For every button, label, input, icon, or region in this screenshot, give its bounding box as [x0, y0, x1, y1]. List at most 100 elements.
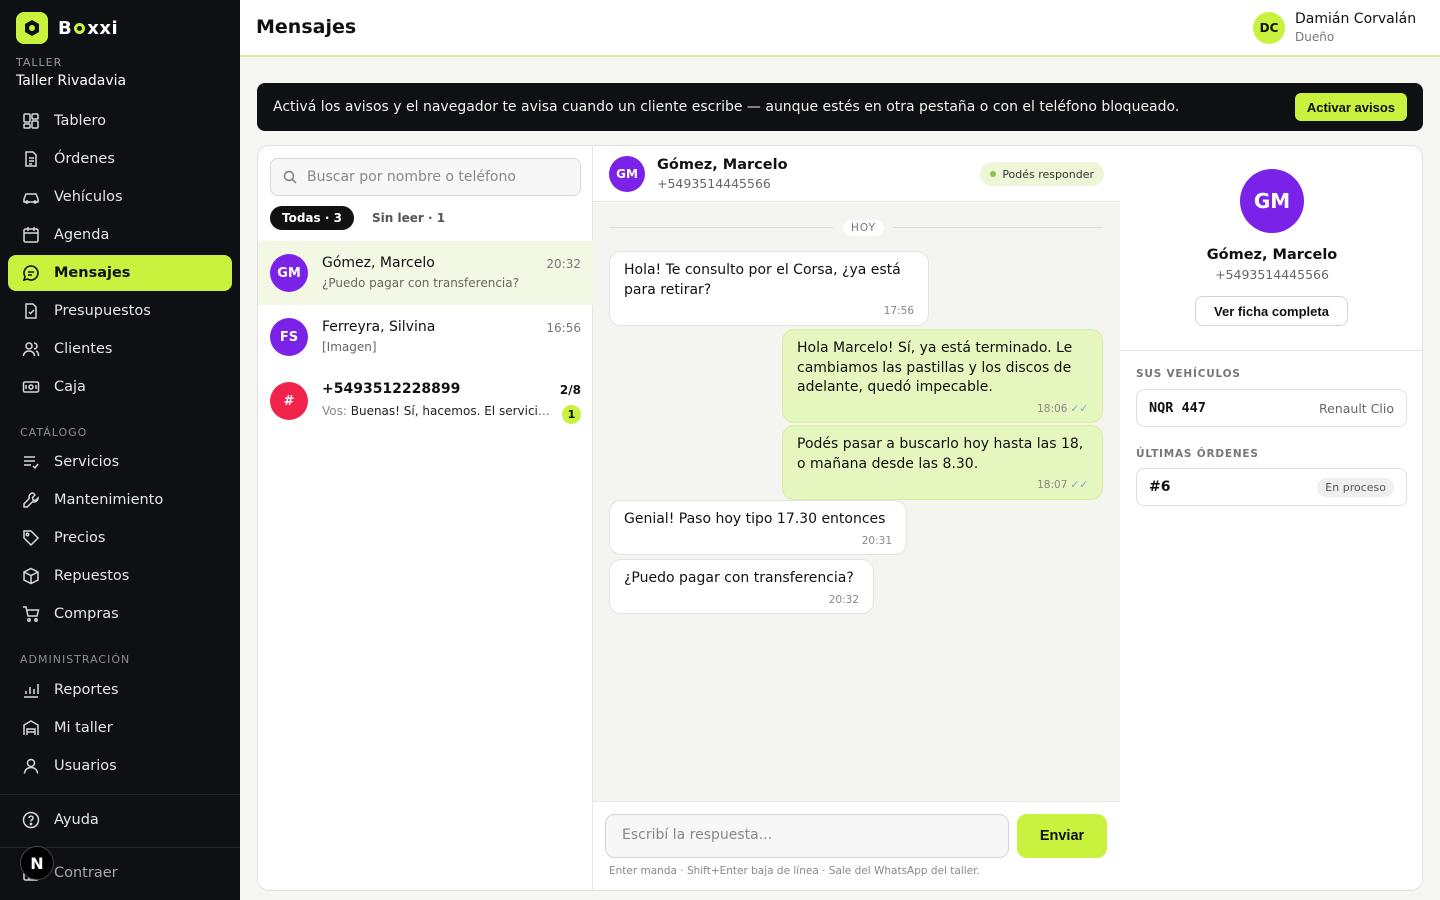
brand-logo-icon: [16, 12, 48, 44]
message-time: 20:32: [828, 593, 859, 606]
sidebar-item-vehiculos[interactable]: Vehículos: [8, 179, 232, 215]
brand-suffix: xxi: [87, 17, 119, 39]
user-name[interactable]: Damián Corvalán: [1295, 11, 1416, 27]
conversation-list: Todas · 3 Sin leer · 1 GM Gómez, Marcelo…: [258, 146, 593, 890]
user-avatar[interactable]: DC: [1253, 12, 1285, 44]
preview-text: Buenas! Sí, hacemos. El servicio complet…: [350, 404, 550, 418]
brand[interactable]: Bxxi: [16, 12, 118, 44]
warehouse-icon: [23, 720, 39, 735]
sidebar-item-caja[interactable]: Caja: [8, 369, 232, 405]
sidebar-item-label: Contraer: [54, 865, 118, 881]
sidebar-item-label: Presupuestos: [54, 303, 151, 319]
brand-name: Bxxi: [58, 18, 118, 39]
sidebar-item-compras[interactable]: Compras: [8, 596, 232, 632]
chat-panel: GM Gómez, Marcelo +5493514445566 Podés r…: [593, 146, 1120, 890]
search-box[interactable]: [270, 158, 581, 196]
workshop-label: TALLER: [16, 56, 63, 69]
sidebar-item-mantenimiento[interactable]: Mantenimiento: [8, 482, 232, 518]
conversation-item[interactable]: FS Ferreyra, Silvina 16:56 [Imagen]: [258, 305, 593, 369]
help-icon: [22, 811, 40, 829]
conversation-item[interactable]: GM Gómez, Marcelo 20:32 ¿Puedo pagar con…: [258, 241, 593, 305]
preview-prefix: Vos:: [322, 404, 351, 418]
sidebar-item-label: Mantenimiento: [54, 492, 164, 508]
sidebar-item-agenda[interactable]: Agenda: [8, 217, 232, 253]
send-button[interactable]: Enviar: [1017, 814, 1107, 858]
filter-all-tab[interactable]: Todas · 3: [270, 206, 354, 230]
message-incoming: ¿Puedo pagar con transferencia? 20:32: [609, 559, 874, 615]
sidebar-item-ayuda[interactable]: Ayuda: [8, 802, 232, 838]
view-full-profile-button[interactable]: Ver ficha completa: [1195, 296, 1348, 326]
message-time: 20:31: [861, 534, 892, 547]
sidebar-item-label: Repuestos: [54, 568, 130, 584]
box-icon: [23, 567, 39, 585]
message-thread[interactable]: HOY Hola! Te consulto por el Corsa, ¿ya …: [593, 203, 1120, 801]
chat-header: GM Gómez, Marcelo +5493514445566 Podés r…: [593, 146, 1120, 202]
conversation-name: Ferreyra, Silvina: [322, 319, 436, 335]
message-text: Hola! Te consulto por el Corsa, ¿ya está…: [624, 262, 901, 298]
message-text: Genial! Paso hoy tipo 17.30 entonces: [624, 511, 886, 527]
conversation-name: +5493512228899: [322, 381, 461, 397]
chat-icon: [22, 265, 39, 282]
sidebar-item-label: Agenda: [54, 227, 110, 243]
sidebar-item-reportes[interactable]: Reportes: [8, 672, 232, 708]
sidebar-item-clientes[interactable]: Clientes: [8, 331, 232, 367]
users-icon: [22, 342, 40, 357]
sidebar-item-label: Clientes: [54, 341, 113, 357]
read-check-icon: ✓✓: [1070, 479, 1088, 492]
conversation-name: Gómez, Marcelo: [322, 255, 435, 271]
day-label: HOY: [833, 220, 894, 236]
vehicle-card[interactable]: NQR 447 Renault Clio: [1136, 389, 1407, 427]
notifications-banner: Activá los avisos y el navegador te avis…: [257, 83, 1423, 131]
chat-contact-name: Gómez, Marcelo: [657, 157, 788, 173]
avatar: FS: [270, 318, 308, 356]
conversation-preview: [Imagen]: [322, 340, 377, 354]
status-badge: En proceso: [1317, 477, 1394, 497]
filter-unread-tab[interactable]: Sin leer · 1: [372, 206, 445, 230]
status-dot-icon: [990, 171, 997, 177]
message-incoming: Genial! Paso hoy tipo 17.30 entonces 20:…: [609, 500, 907, 556]
avatar: GM: [1240, 169, 1304, 233]
day-label-text: HOY: [843, 220, 884, 236]
message-time: 18:06: [1037, 402, 1068, 415]
sidebar-item-label: Compras: [54, 606, 119, 622]
message-time: 18:07: [1037, 479, 1068, 492]
sidebar-divider: [0, 794, 240, 795]
sidebar-item-mi-taller[interactable]: Mi taller: [8, 710, 232, 746]
chat-contact-phone: +5493514445566: [657, 176, 771, 191]
sidebar-item-label: Mi taller: [54, 720, 113, 736]
search-input[interactable]: [307, 169, 567, 185]
sidebar-item-mensajes[interactable]: Mensajes: [8, 255, 232, 291]
vehicles-section-label: SUS VEHÍCULOS: [1136, 368, 1241, 380]
contact-phone: +5493514445566: [1215, 267, 1329, 282]
sidebar-item-presupuestos[interactable]: Presupuestos: [8, 293, 232, 329]
overlay-badge[interactable]: N: [20, 846, 54, 880]
sidebar-item-ordenes[interactable]: Órdenes: [8, 141, 232, 177]
sidebar-item-servicios[interactable]: Servicios: [8, 444, 232, 480]
composer: Enviar Enter manda · Shift+Enter baja de…: [593, 801, 1120, 890]
order-card[interactable]: #6 En proceso: [1136, 468, 1407, 506]
activate-notifications-button[interactable]: Activar avisos: [1294, 93, 1407, 121]
user-icon: [23, 758, 39, 774]
sidebar-item-label: Precios: [54, 530, 106, 546]
sidebar-item-usuarios[interactable]: Usuarios: [8, 748, 232, 784]
brand-prefix: B: [58, 17, 73, 39]
vehicle-plate: NQR 447: [1149, 400, 1206, 416]
reply-input[interactable]: [605, 814, 1009, 858]
sidebar-item-repuestos[interactable]: Repuestos: [8, 558, 232, 594]
cash-icon: [22, 381, 40, 393]
conversation-time: 16:56: [546, 321, 581, 335]
sidebar-item-tablero[interactable]: Tablero: [8, 103, 232, 139]
sidebar-item-label: Tablero: [54, 113, 107, 129]
car-icon: [23, 193, 39, 204]
brand-o-icon: [74, 22, 86, 34]
sidebar-item-precios[interactable]: Precios: [8, 520, 232, 556]
message-meta: 18:06 ✓✓: [797, 402, 1088, 417]
conversation-item[interactable]: # +5493512228899 2/8 Vos: Buenas! Sí, ha…: [258, 369, 593, 433]
avatar: #: [270, 382, 308, 420]
avatar: GM: [609, 156, 645, 192]
bar-chart-icon: [24, 684, 39, 698]
banner-text: Activá los avisos y el navegador te avis…: [273, 99, 1180, 115]
message-time: 17:56: [883, 305, 914, 318]
message-incoming: Hola! Te consulto por el Corsa, ¿ya está…: [609, 251, 929, 326]
workshop-name[interactable]: Taller Rivadavia: [16, 73, 126, 89]
